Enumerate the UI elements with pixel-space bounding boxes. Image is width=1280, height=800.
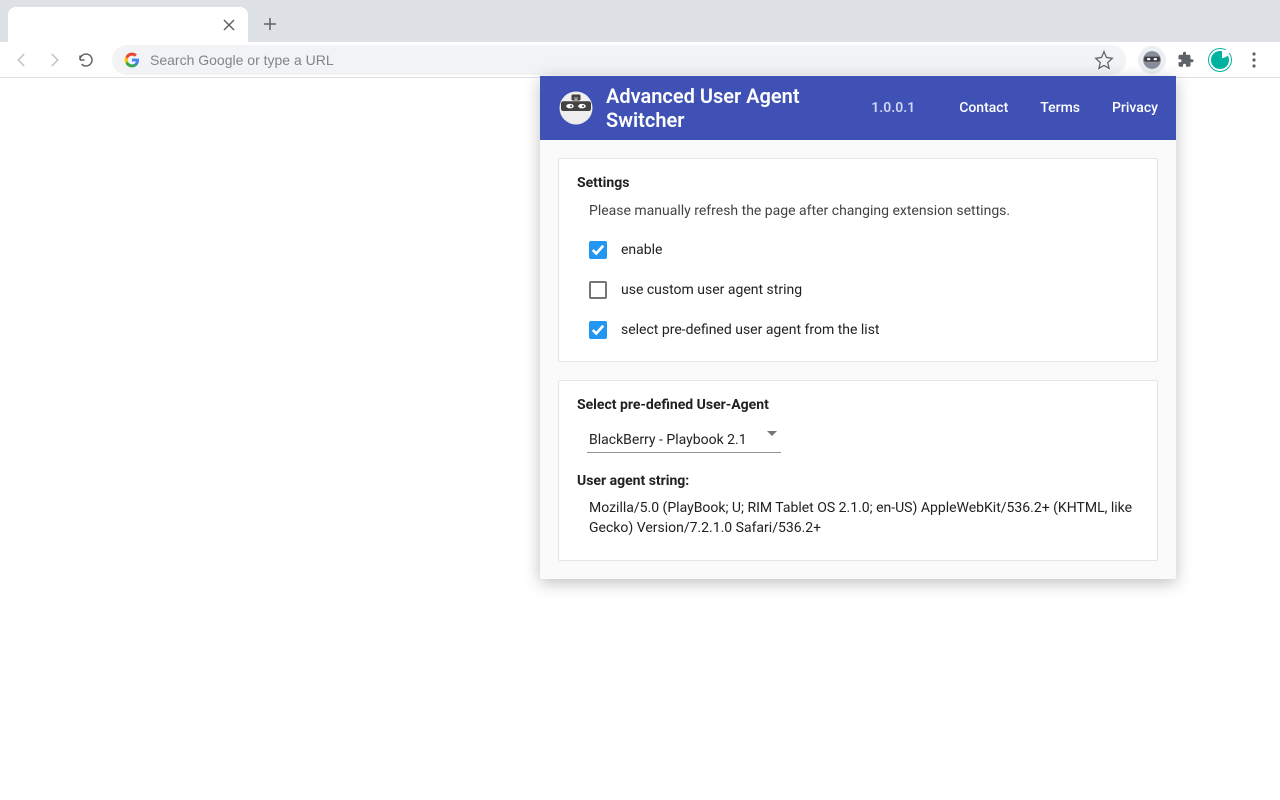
settings-heading: Settings [577, 175, 1139, 191]
browser-menu-button[interactable] [1240, 46, 1268, 74]
ua-select[interactable]: BlackBerry - Playbook 2.1 [587, 425, 781, 453]
extension-ua-switcher-icon[interactable] [1138, 46, 1166, 74]
predefined-heading: Select pre-defined User-Agent [577, 397, 1139, 413]
popup-title: Advanced User Agent Switcher [606, 84, 853, 132]
custom-ua-checkbox[interactable] [589, 281, 607, 299]
terms-link[interactable]: Terms [1040, 100, 1080, 116]
extension-popup: U Advanced User Agent Switcher 1.0.0.1 C… [540, 76, 1176, 579]
ua-string-label: User agent string: [577, 473, 1139, 489]
new-tab-button[interactable] [256, 10, 284, 38]
google-g-icon [124, 52, 140, 68]
arrow-left-icon [13, 51, 31, 69]
popup-version: 1.0.0.1 [871, 100, 915, 116]
ninja-icon [1142, 50, 1162, 70]
tab-strip [0, 0, 1280, 42]
vertical-dots-icon [1252, 52, 1256, 68]
ua-select-value: BlackBerry - Playbook 2.1 [589, 432, 747, 448]
app-logo-icon: U [558, 90, 594, 126]
toolbar-right [1138, 46, 1272, 74]
omnibox[interactable] [112, 45, 1126, 75]
enable-label: enable [621, 242, 662, 258]
browser-toolbar [0, 42, 1280, 78]
profile-button[interactable] [1206, 46, 1234, 74]
puzzle-icon [1177, 51, 1195, 69]
reload-button[interactable] [72, 46, 100, 74]
reload-icon [77, 51, 95, 69]
plus-icon [263, 17, 277, 31]
privacy-link[interactable]: Privacy [1112, 100, 1158, 116]
caret-down-icon [767, 431, 777, 436]
predefined-label: select pre-defined user agent from the l… [621, 322, 880, 338]
settings-card: Settings Please manually refresh the pag… [558, 158, 1158, 362]
setting-custom-ua-row: use custom user agent string [589, 281, 1139, 299]
settings-note: Please manually refresh the page after c… [589, 203, 1139, 219]
arrow-right-icon [45, 51, 63, 69]
contact-link[interactable]: Contact [959, 100, 1008, 116]
svg-text:U: U [574, 96, 577, 101]
profile-avatar-icon [1209, 49, 1231, 71]
predefined-checkbox[interactable] [589, 321, 607, 339]
active-tab[interactable] [8, 7, 248, 42]
bookmark-star-icon[interactable] [1094, 50, 1114, 70]
setting-enable-row: enable [589, 241, 1139, 259]
forward-button[interactable] [40, 46, 68, 74]
custom-ua-label: use custom user agent string [621, 282, 802, 298]
enable-checkbox[interactable] [589, 241, 607, 259]
checkmark-icon [591, 323, 605, 337]
checkmark-icon [591, 243, 605, 257]
popup-header: U Advanced User Agent Switcher 1.0.0.1 C… [540, 76, 1176, 140]
setting-predefined-row: select pre-defined user agent from the l… [589, 321, 1139, 339]
extensions-button[interactable] [1172, 46, 1200, 74]
back-button[interactable] [8, 46, 36, 74]
predefined-card: Select pre-defined User-Agent BlackBerry… [558, 380, 1158, 561]
close-icon[interactable] [222, 18, 236, 32]
page-viewport: U Advanced User Agent Switcher 1.0.0.1 C… [0, 78, 1280, 800]
url-input[interactable] [150, 52, 1084, 68]
ua-string-value: Mozilla/5.0 (PlayBook; U; RIM Tablet OS … [589, 499, 1135, 538]
